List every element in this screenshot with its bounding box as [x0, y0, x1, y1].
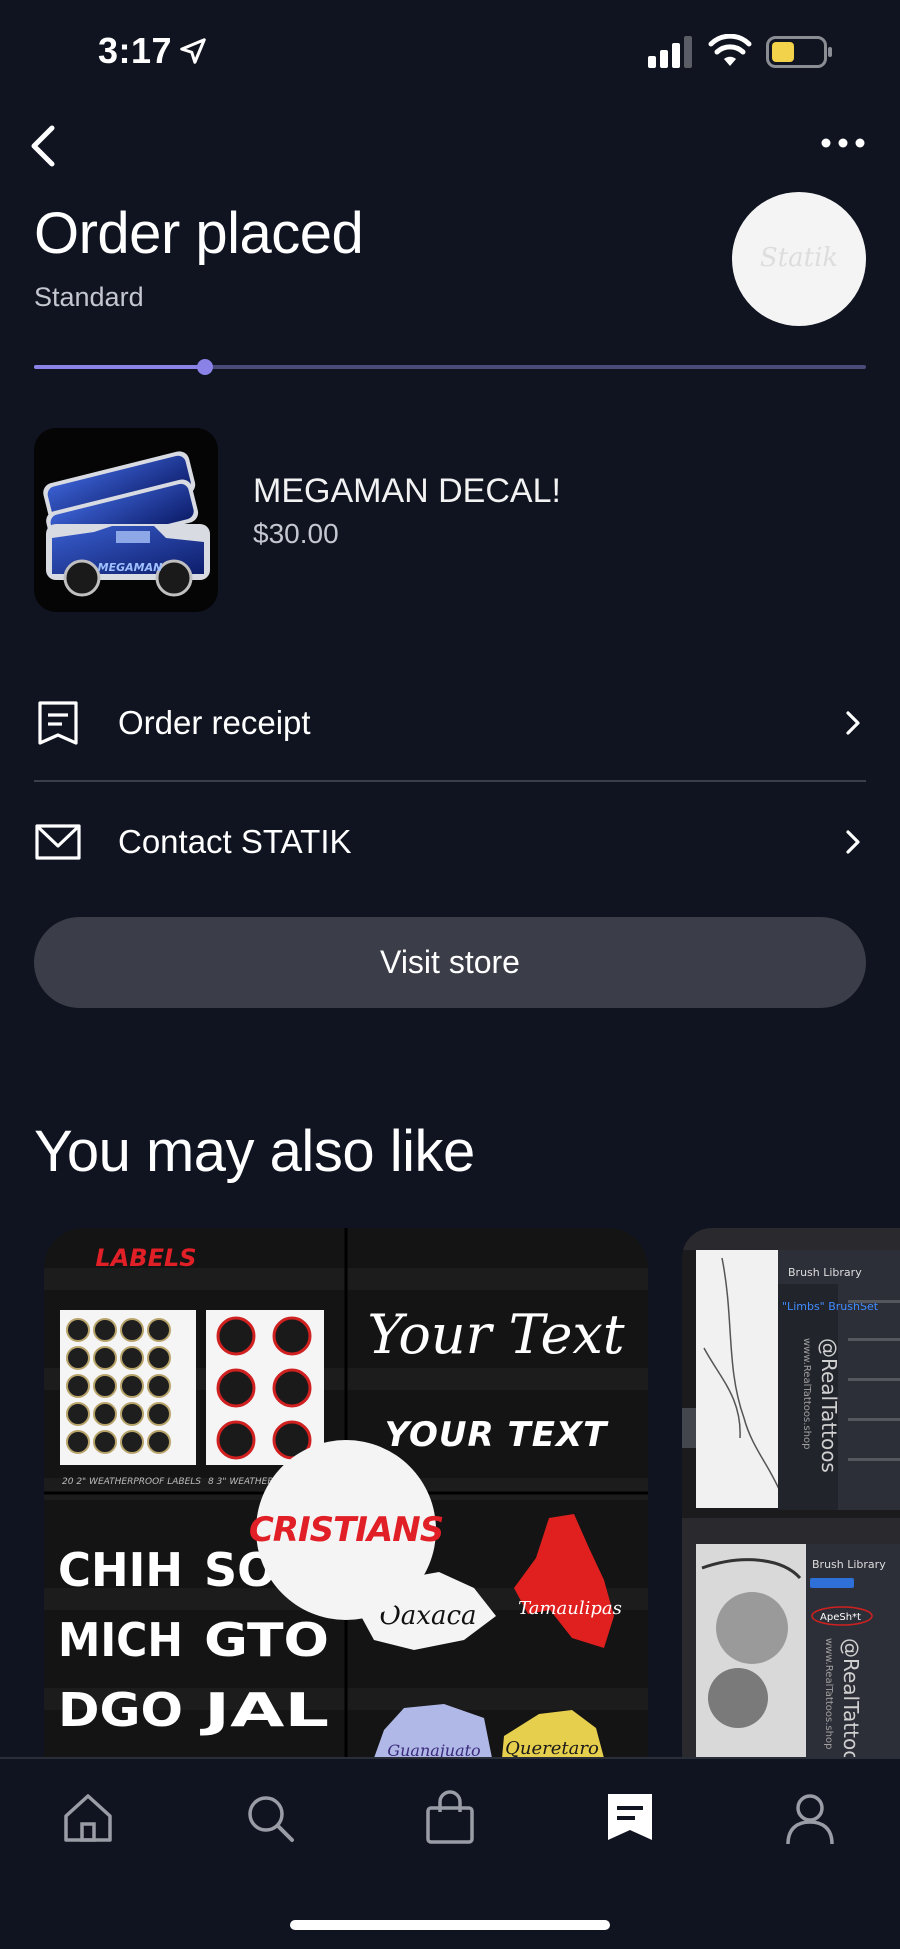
page-title: Order placed	[34, 201, 364, 266]
state-abbrev: CHIH	[58, 1543, 183, 1597]
tab-orders[interactable]	[600, 1788, 660, 1848]
tab-shop[interactable]	[420, 1788, 480, 1848]
status-time: 3:17	[98, 30, 173, 71]
receipt-icon	[38, 701, 78, 745]
website-text: www.RealTattoos.shop	[801, 1338, 812, 1449]
truck-decal-image: MEGAMAN	[43, 451, 210, 597]
tab-home[interactable]	[58, 1788, 118, 1848]
wifi-icon	[708, 34, 752, 66]
shipping-method: Standard	[34, 282, 144, 312]
divider	[34, 780, 866, 782]
brush-library-title-2: Brush Library	[812, 1558, 886, 1571]
contact-seller-row[interactable]: Contact STATIK	[34, 787, 866, 897]
battery-icon	[766, 36, 832, 68]
region-label-2: Tamaulipas	[518, 1598, 622, 1619]
store-avatar[interactable]: Statik	[732, 192, 866, 326]
state-abbrev: JAL	[199, 1683, 329, 1737]
visit-store-button[interactable]: Visit store	[34, 917, 866, 1008]
your-text-block: YOUR TEXT	[385, 1415, 610, 1455]
labels-heading: LABELS	[95, 1244, 196, 1272]
brushset-product-image: Brush Library "Limbs" BrushSet @RealTatt…	[682, 1228, 900, 1758]
tab-search[interactable]	[240, 1788, 300, 1848]
state-abbrev: MICH	[58, 1613, 183, 1667]
chevron-right-icon	[846, 830, 860, 854]
envelope-icon	[35, 824, 81, 860]
state-abbrev: GTO	[204, 1613, 329, 1667]
cellular-signal-icon	[648, 36, 692, 68]
store-logo-text: Statik	[760, 243, 838, 273]
recommended-product-card[interactable]: Brush Library "Limbs" BrushSet @RealTatt…	[682, 1228, 900, 1758]
section-title: You may also like	[34, 1119, 475, 1184]
back-button[interactable]	[24, 120, 68, 172]
website-text-2: www.RealTattoos.shop	[823, 1638, 834, 1749]
watermark-text-2: @RealTattoos	[839, 1638, 863, 1758]
home-indicator	[290, 1920, 610, 1930]
chevron-right-icon	[846, 711, 860, 735]
product-name[interactable]: MEGAMAN DECAL!	[253, 472, 561, 511]
your-text-script: Your Text	[367, 1303, 624, 1366]
region-label-4: Queretaro	[505, 1738, 599, 1758]
brush-item: ApeSh*t	[820, 1612, 861, 1623]
product-price: $30.00	[253, 518, 339, 549]
order-receipt-label: Order receipt	[118, 704, 311, 741]
product-decal-text: MEGAMAN	[98, 561, 163, 574]
more-options-button[interactable]	[818, 128, 868, 158]
region-label-3: Guanajuato	[387, 1741, 480, 1758]
order-receipt-row[interactable]: Order receipt	[34, 668, 866, 778]
labels-caption-1: 20 2" WEATHERPROOF LABELS	[62, 1477, 201, 1487]
product-image[interactable]: MEGAMAN	[34, 428, 218, 612]
order-progress-fill	[34, 365, 206, 369]
order-progress-marker	[197, 359, 214, 375]
order-progress-bar	[34, 359, 866, 375]
watermark-text: @RealTattoos	[817, 1338, 841, 1473]
seller-badge[interactable]: CRISTIANS	[249, 1440, 444, 1620]
location-arrow-icon	[180, 38, 206, 64]
contact-seller-label: Contact STATIK	[118, 823, 352, 860]
store-logo: Statik	[760, 243, 838, 273]
brush-library-title: Brush Library	[788, 1266, 862, 1279]
tab-profile[interactable]	[780, 1788, 840, 1848]
state-abbrev: DGO	[58, 1683, 183, 1737]
